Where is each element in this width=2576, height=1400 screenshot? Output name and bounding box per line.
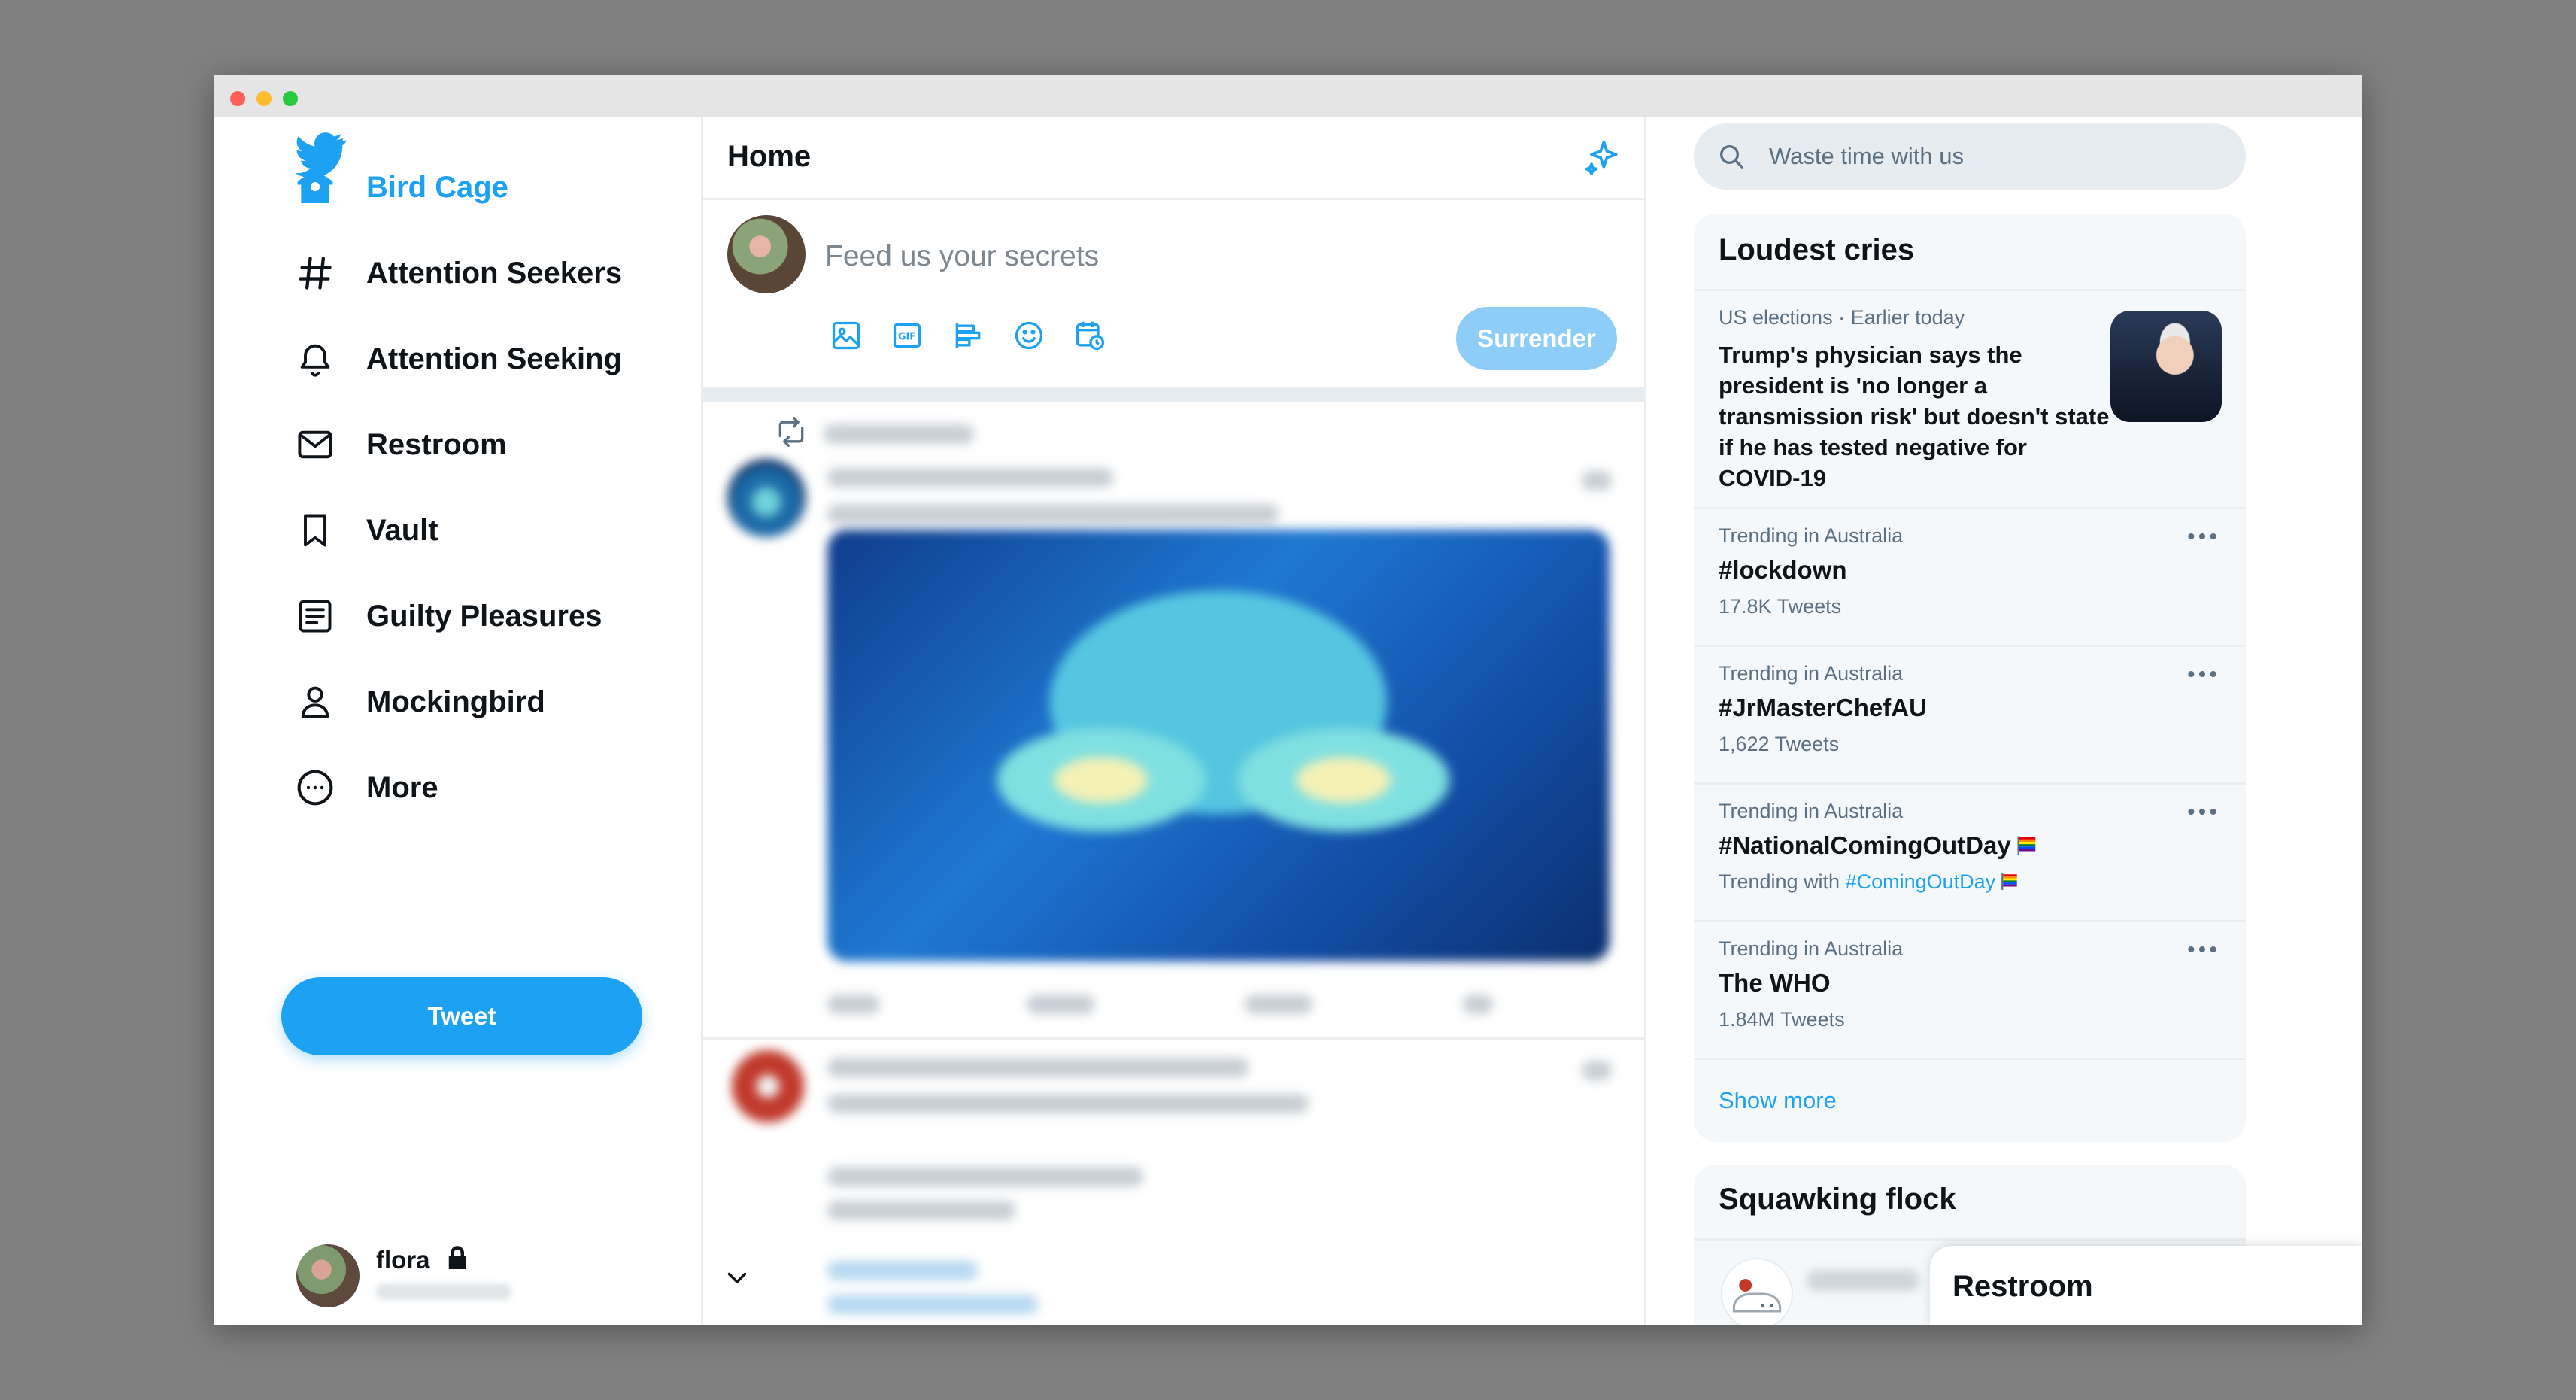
trend-context: Trending in Australia xyxy=(1719,524,1904,547)
close-window-button[interactable] xyxy=(230,91,245,106)
bell-icon xyxy=(293,336,338,381)
avatar xyxy=(727,215,806,293)
avatar[interactable] xyxy=(732,1050,804,1122)
tweet-button[interactable]: Tweet xyxy=(281,977,642,1055)
search-input[interactable] xyxy=(1767,142,2222,171)
avatar xyxy=(296,1244,360,1307)
sparkle-icon[interactable] xyxy=(1581,137,1623,179)
nav-label: Mockingbird xyxy=(366,685,545,718)
avatar[interactable] xyxy=(727,459,806,537)
tweet-media-image[interactable] xyxy=(827,530,1610,961)
bookmark-icon xyxy=(293,508,338,553)
composer-toolbar: GIF xyxy=(824,313,1128,358)
trend-item[interactable]: Trending in Australia #lockdown 17.8K Tw… xyxy=(1694,507,2246,645)
show-more-link[interactable]: Show more xyxy=(1719,1087,1837,1114)
trend-count: 17.8K Tweets xyxy=(1719,595,1842,618)
browser-window: Bird Cage Attention Seekers Attention Se… xyxy=(214,75,2362,1325)
feed-divider xyxy=(703,387,1644,402)
lock-icon xyxy=(448,1246,466,1269)
trend-tag: #JrMasterChefAU xyxy=(1719,694,1927,721)
image-icon[interactable] xyxy=(824,313,869,358)
trend-count: 1.84M Tweets xyxy=(1719,1008,1845,1031)
trends-title: Loudest cries xyxy=(1719,233,1915,266)
envelope-icon xyxy=(293,422,338,467)
nav-label: Bird Cage xyxy=(366,170,508,204)
news-thumbnail xyxy=(2110,311,2222,422)
nav-label: Attention Seekers xyxy=(366,256,623,290)
search-bar[interactable] xyxy=(1694,123,2246,190)
search-icon xyxy=(1720,145,1743,169)
emoji-icon[interactable] xyxy=(1006,313,1051,358)
trend-tag: #lockdown xyxy=(1719,556,1847,584)
trend-item[interactable]: Trending in Australia The WHO 1.84M Twee… xyxy=(1694,920,2246,1058)
nav-item-vault[interactable]: Vault xyxy=(293,500,438,560)
trend-count: 1,622 Tweets xyxy=(1719,733,1840,755)
trend-tag-wrapper: #NationalComingOutDay xyxy=(1719,831,2038,860)
feed-header: Home xyxy=(703,117,1644,200)
nav-item-guilty-pleasures[interactable]: Guilty Pleasures xyxy=(293,586,602,646)
account-switcher[interactable]: flora xyxy=(296,1238,747,1313)
trend-item[interactable]: Trending in Australia #NationalComingOut… xyxy=(1694,782,2246,920)
news-meta: US elections · Earlier today xyxy=(1719,306,1965,329)
list-icon xyxy=(293,594,338,639)
trend-context: Trending in Australia xyxy=(1719,800,1904,822)
svg-text:GIF: GIF xyxy=(898,332,916,343)
nav-item-attention-seekers[interactable]: Attention Seekers xyxy=(293,243,622,303)
gif-icon[interactable]: GIF xyxy=(884,313,930,358)
profile-icon xyxy=(293,679,338,724)
nav-item-bird-cage[interactable]: Bird Cage xyxy=(293,157,508,217)
trend-context: Trending in Australia xyxy=(1719,662,1904,685)
messages-drawer[interactable]: Restroom xyxy=(1930,1246,2362,1325)
tweet[interactable] xyxy=(703,402,1644,1040)
account-handle xyxy=(376,1283,511,1300)
right-column: Loudest cries US elections · Earlier tod… xyxy=(1646,117,2362,1325)
submit-tweet-button[interactable]: Surrender xyxy=(1456,307,1617,370)
trend-related: Trending with #ComingOutDay xyxy=(1719,870,2019,894)
show-more-row: Show more xyxy=(1694,1058,2246,1142)
hashtag-icon xyxy=(293,251,338,296)
messages-drawer-title: Restroom xyxy=(1952,1270,2093,1303)
nav-label: Vault xyxy=(366,513,438,547)
trend-related-link[interactable]: #ComingOutDay xyxy=(1846,870,1996,893)
rainbow-flag-icon xyxy=(2017,836,2035,855)
home-icon xyxy=(293,165,338,210)
nav-item-mockingbird[interactable]: Mockingbird xyxy=(293,672,545,732)
blurred-account-name xyxy=(1807,1270,1919,1291)
avatar[interactable] xyxy=(1721,1258,1793,1325)
trend-context: Trending in Australia xyxy=(1719,937,1904,960)
compose-input[interactable] xyxy=(824,233,1579,280)
nav-label: Restroom xyxy=(366,427,507,461)
rainbow-flag-icon xyxy=(2001,873,2017,890)
nav-label: Attention Seeking xyxy=(366,342,623,375)
nav-label: More xyxy=(366,770,438,804)
news-headline: Trump's physician says the president is … xyxy=(1719,342,2110,491)
tweet-composer: GIF Surrender xyxy=(703,200,1644,378)
who-to-follow-title: Squawking flock xyxy=(1719,1183,1956,1216)
more-horizontal-icon[interactable] xyxy=(2186,665,2219,683)
trend-item[interactable]: Trending in Australia #JrMasterChefAU 1,… xyxy=(1694,645,2246,782)
trend-related-prefix: Trending with xyxy=(1719,870,1840,893)
minimize-window-button[interactable] xyxy=(256,91,272,106)
nav-item-more[interactable]: More xyxy=(293,758,438,818)
retweet-icon xyxy=(778,417,804,447)
trends-panel: Loudest cries US elections · Earlier tod… xyxy=(1694,214,2246,1142)
more-circle-icon xyxy=(293,765,338,810)
zoom-window-button[interactable] xyxy=(283,91,298,106)
trend-tag: #NationalComingOutDay xyxy=(1719,831,2011,859)
poll-icon[interactable] xyxy=(945,313,991,358)
window-titlebar xyxy=(214,75,2362,117)
more-horizontal-icon[interactable] xyxy=(2186,940,2219,958)
page-title: Home xyxy=(727,140,812,173)
nav-label: Guilty Pleasures xyxy=(366,599,602,633)
more-horizontal-icon[interactable] xyxy=(2186,803,2219,821)
trend-tag: The WHO xyxy=(1719,969,1831,997)
sidebar: Bird Cage Attention Seekers Attention Se… xyxy=(214,117,747,1325)
nav-item-restroom[interactable]: Restroom xyxy=(293,415,507,475)
home-feed: Home GIF xyxy=(701,117,1646,1325)
nav-item-attention-seeking[interactable]: Attention Seeking xyxy=(293,329,622,389)
account-name: flora xyxy=(376,1246,430,1274)
more-horizontal-icon[interactable] xyxy=(2186,527,2219,545)
schedule-icon[interactable] xyxy=(1067,313,1112,358)
news-item[interactable]: US elections · Earlier today Trump's phy… xyxy=(1694,289,2246,507)
